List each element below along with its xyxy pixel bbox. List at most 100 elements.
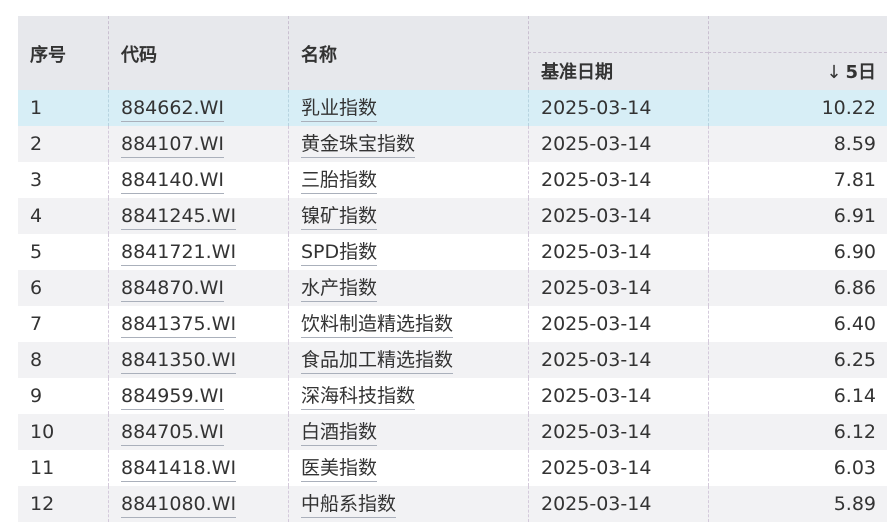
row-date: 2025-03-14 <box>528 126 708 162</box>
row-name-cell: 食品加工精选指数 <box>288 342 528 378</box>
row-code-cell: 8841418.WI <box>108 450 288 486</box>
row-name-cell: 三胎指数 <box>288 162 528 198</box>
row-name-cell: 水产指数 <box>288 270 528 306</box>
row-name-link[interactable]: 三胎指数 <box>301 169 378 194</box>
row-date: 2025-03-14 <box>528 90 708 126</box>
row-name-link[interactable]: 医美指数 <box>301 457 378 482</box>
row-5day-value: 6.91 <box>708 198 887 234</box>
row-name-cell: 饮料制造精选指数 <box>288 306 528 342</box>
row-5day-value: 5.89 <box>708 486 887 522</box>
row-name-cell: 中船系指数 <box>288 486 528 522</box>
table-row[interactable]: 10 884705.WI 白酒指数 2025-03-14 6.12 <box>18 414 887 450</box>
row-code-link[interactable]: 8841245.WI <box>121 205 237 230</box>
table-row[interactable]: 6 884870.WI 水产指数 2025-03-14 6.86 <box>18 270 887 306</box>
row-date: 2025-03-14 <box>528 450 708 486</box>
row-date: 2025-03-14 <box>528 270 708 306</box>
row-5day-value: 6.03 <box>708 450 887 486</box>
row-code-link[interactable]: 8841080.WI <box>121 493 237 518</box>
row-name-link[interactable]: SPD指数 <box>301 241 378 266</box>
row-code-cell: 884662.WI <box>108 90 288 126</box>
table-row[interactable]: 8 8841350.WI 食品加工精选指数 2025-03-14 6.25 <box>18 342 887 378</box>
header-code[interactable]: 代码 <box>108 16 288 90</box>
table-row[interactable]: 7 8841375.WI 饮料制造精选指数 2025-03-14 6.40 <box>18 306 887 342</box>
table-row[interactable]: 5 8841721.WI SPD指数 2025-03-14 6.90 <box>18 234 887 270</box>
row-code-link[interactable]: 884662.WI <box>121 97 224 122</box>
row-name-cell: 医美指数 <box>288 450 528 486</box>
row-index: 4 <box>30 205 43 227</box>
row-name-cell: 黄金珠宝指数 <box>288 126 528 162</box>
row-5day-value: 6.40 <box>708 306 887 342</box>
row-code-cell: 884959.WI <box>108 378 288 414</box>
row-date: 2025-03-14 <box>528 234 708 270</box>
row-5day-value: 7.81 <box>708 162 887 198</box>
table-row[interactable]: 9 884959.WI 深海科技指数 2025-03-14 6.14 <box>18 378 887 414</box>
row-name-link[interactable]: 水产指数 <box>301 277 378 302</box>
row-code-cell: 8841245.WI <box>108 198 288 234</box>
row-name-cell: 乳业指数 <box>288 90 528 126</box>
row-date: 2025-03-14 <box>528 198 708 234</box>
row-name-cell: SPD指数 <box>288 234 528 270</box>
row-name-link[interactable]: 镍矿指数 <box>301 205 378 230</box>
row-name-link[interactable]: 白酒指数 <box>301 421 378 446</box>
row-5day-value: 10.22 <box>708 90 887 126</box>
row-5day-value: 8.59 <box>708 126 887 162</box>
row-index: 5 <box>30 241 43 263</box>
row-index: 12 <box>30 493 55 515</box>
index-ranking-table: 序号 代码 名称 基准日期 ↓ 5日 1 884662.WI 乳业指数 2025-03-… <box>18 16 887 522</box>
sort-desc-icon: ↓ <box>826 62 842 83</box>
row-code-cell: 884140.WI <box>108 162 288 198</box>
header-5day-label: 5日 <box>845 62 876 83</box>
row-index: 9 <box>30 385 43 407</box>
row-date: 2025-03-14 <box>528 162 708 198</box>
header-5day[interactable]: ↓ 5日 <box>708 16 887 90</box>
row-name-link[interactable]: 食品加工精选指数 <box>301 349 454 374</box>
header-date-label: 基准日期 <box>541 62 613 83</box>
header-code-label: 代码 <box>121 45 157 66</box>
row-index: 1 <box>30 97 43 119</box>
row-code-link[interactable]: 8841375.WI <box>121 313 237 338</box>
row-index: 10 <box>30 421 55 443</box>
header-index[interactable]: 序号 <box>18 16 108 90</box>
table-body: 1 884662.WI 乳业指数 2025-03-14 10.22 2 884107.WI 黄… <box>18 90 887 522</box>
row-name-cell: 深海科技指数 <box>288 378 528 414</box>
row-date: 2025-03-14 <box>528 414 708 450</box>
row-code-link[interactable]: 8841350.WI <box>121 349 237 374</box>
row-name-cell: 白酒指数 <box>288 414 528 450</box>
header-name[interactable]: 名称 <box>288 16 528 90</box>
header-date[interactable]: 基准日期 <box>528 16 708 90</box>
row-5day-value: 6.25 <box>708 342 887 378</box>
table-row[interactable]: 4 8841245.WI 镍矿指数 2025-03-14 6.91 <box>18 198 887 234</box>
row-index: 6 <box>30 277 43 299</box>
row-code-link[interactable]: 884107.WI <box>121 133 224 158</box>
row-code-link[interactable]: 8841721.WI <box>121 241 237 266</box>
row-name-link[interactable]: 中船系指数 <box>301 493 397 518</box>
row-date: 2025-03-14 <box>528 306 708 342</box>
row-name-link[interactable]: 深海科技指数 <box>301 385 416 410</box>
table-row[interactable]: 2 884107.WI 黄金珠宝指数 2025-03-14 8.59 <box>18 126 887 162</box>
row-date: 2025-03-14 <box>528 486 708 522</box>
row-5day-value: 6.14 <box>708 378 887 414</box>
row-code-link[interactable]: 884959.WI <box>121 385 224 410</box>
row-name-link[interactable]: 黄金珠宝指数 <box>301 133 416 158</box>
row-code-cell: 884107.WI <box>108 126 288 162</box>
table-row[interactable]: 3 884140.WI 三胎指数 2025-03-14 7.81 <box>18 162 887 198</box>
table-row[interactable]: 11 8841418.WI 医美指数 2025-03-14 6.03 <box>18 450 887 486</box>
row-index: 8 <box>30 349 43 371</box>
row-5day-value: 6.90 <box>708 234 887 270</box>
row-date: 2025-03-14 <box>528 342 708 378</box>
row-code-link[interactable]: 884140.WI <box>121 169 224 194</box>
row-code-cell: 8841721.WI <box>108 234 288 270</box>
row-index: 3 <box>30 169 43 191</box>
row-name-link[interactable]: 饮料制造精选指数 <box>301 313 454 338</box>
row-name-link[interactable]: 乳业指数 <box>301 97 378 122</box>
row-code-cell: 884705.WI <box>108 414 288 450</box>
row-code-cell: 884870.WI <box>108 270 288 306</box>
row-code-link[interactable]: 8841418.WI <box>121 457 237 482</box>
row-code-link[interactable]: 884705.WI <box>121 421 224 446</box>
table-row[interactable]: 12 8841080.WI 中船系指数 2025-03-14 5.89 <box>18 486 887 522</box>
row-code-link[interactable]: 884870.WI <box>121 277 224 302</box>
row-name-cell: 镍矿指数 <box>288 198 528 234</box>
row-date: 2025-03-14 <box>528 378 708 414</box>
row-5day-value: 6.86 <box>708 270 887 306</box>
table-row[interactable]: 1 884662.WI 乳业指数 2025-03-14 10.22 <box>18 90 887 126</box>
